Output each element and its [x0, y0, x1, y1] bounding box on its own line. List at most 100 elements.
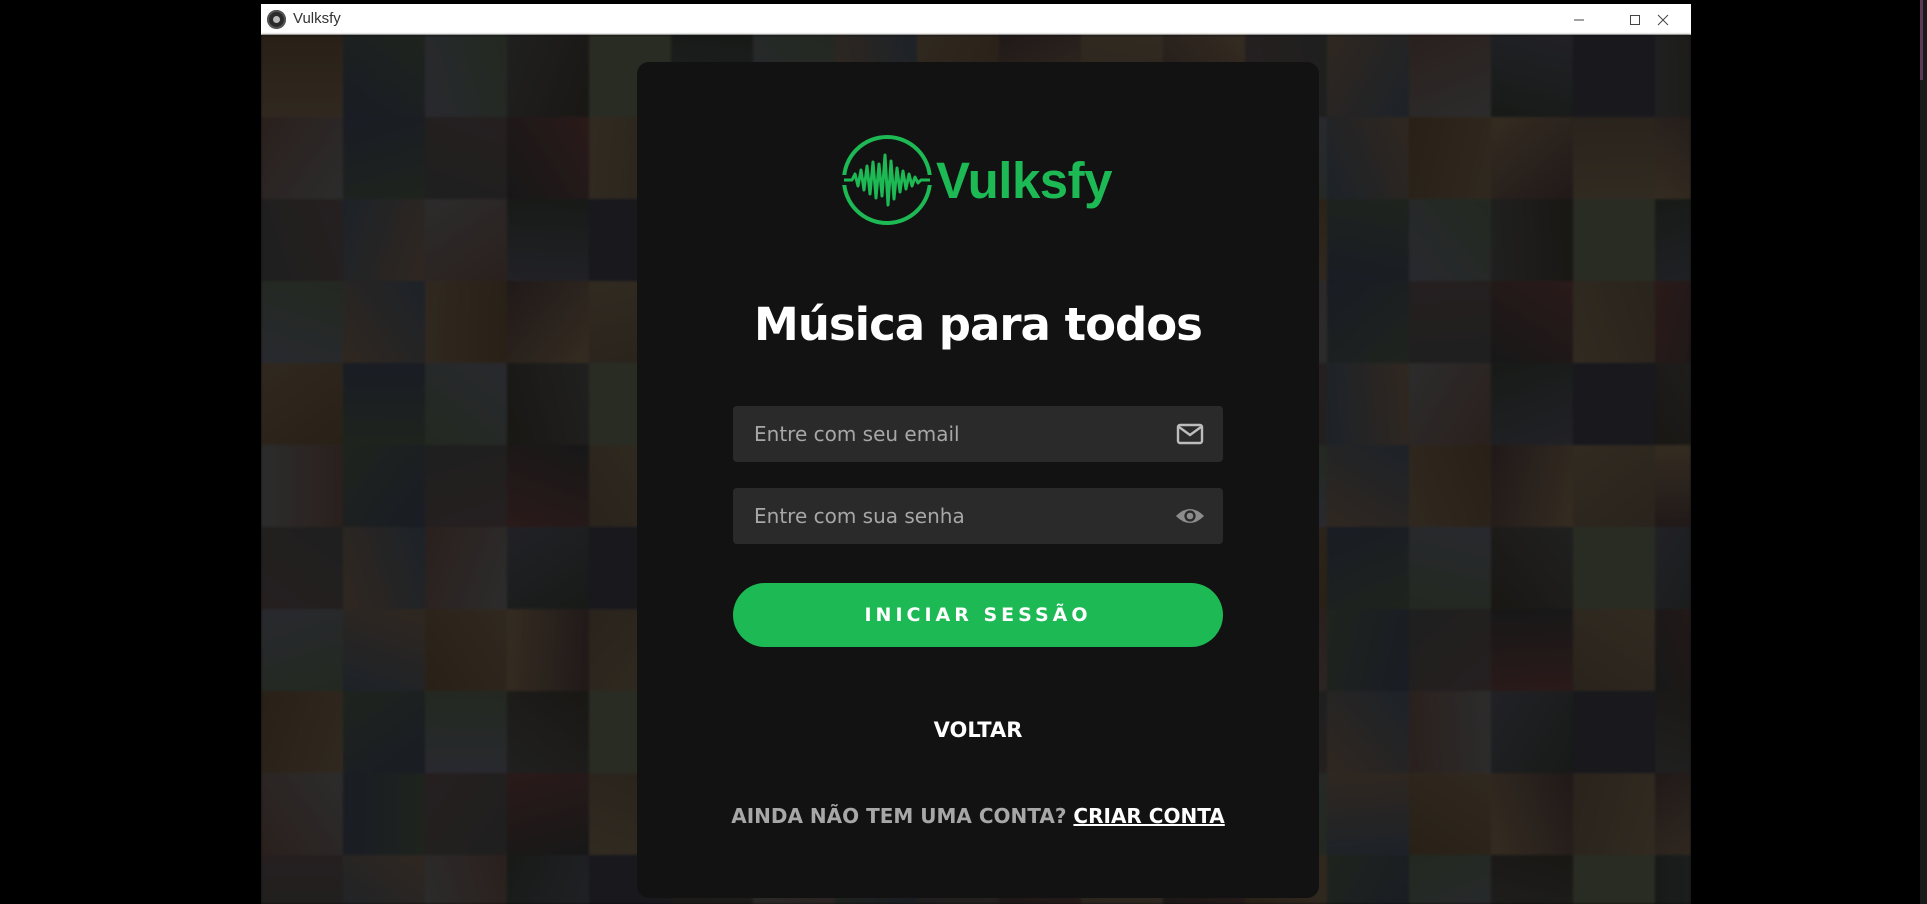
album-art-tile	[1655, 117, 1691, 199]
album-art-tile	[261, 527, 343, 609]
login-button[interactable]: INICIAR SESSÃO	[733, 583, 1223, 647]
album-art-tile	[1409, 199, 1491, 281]
album-art-tile	[1491, 117, 1573, 199]
album-art-tile	[1327, 609, 1409, 691]
create-account-link[interactable]: CRIAR CONTA	[1073, 804, 1224, 828]
album-art-tile	[1327, 691, 1409, 773]
album-art-tile	[261, 773, 343, 855]
album-art-tile	[1327, 363, 1409, 445]
album-art-tile	[343, 281, 425, 363]
album-art-tile	[1409, 117, 1491, 199]
app-icon	[267, 10, 286, 29]
album-art-tile	[261, 691, 343, 773]
album-art-tile	[1491, 609, 1573, 691]
album-art-tile	[1327, 281, 1409, 363]
title-bar[interactable]: Vulksfy	[261, 4, 1691, 35]
album-art-tile	[261, 609, 343, 691]
album-art-tile	[261, 855, 343, 904]
album-art-tile	[1655, 35, 1691, 117]
album-art-tile	[261, 117, 343, 199]
album-art-tile	[507, 609, 589, 691]
album-art-tile	[1655, 691, 1691, 773]
album-art-tile	[1409, 855, 1491, 904]
album-art-tile	[1327, 445, 1409, 527]
album-art-tile	[343, 117, 425, 199]
album-art-tile	[343, 609, 425, 691]
minimize-button[interactable]	[1551, 4, 1607, 35]
app-window: Vulksfy Vulksfy Música para todos Entre …	[261, 4, 1691, 904]
mail-icon	[1175, 420, 1205, 448]
album-art-tile	[343, 855, 425, 904]
album-art-tile	[1573, 445, 1655, 527]
brand-logo: Vulksfy	[840, 130, 1120, 230]
window-title: Vulksfy	[293, 10, 341, 27]
album-art-tile	[1409, 609, 1491, 691]
signup-question: AINDA NÃO TEM UMA CONTA?	[731, 804, 1067, 828]
album-art-tile	[1409, 445, 1491, 527]
album-art-tile	[1655, 363, 1691, 445]
album-art-tile	[425, 281, 507, 363]
album-art-tile	[1573, 855, 1655, 904]
album-art-tile	[1409, 363, 1491, 445]
album-art-tile	[1491, 773, 1573, 855]
signup-prompt: AINDA NÃO TEM UMA CONTA? CRIAR CONTA	[637, 804, 1319, 828]
login-card: Vulksfy Música para todos INIC	[637, 62, 1319, 898]
album-art-tile	[425, 527, 507, 609]
album-art-tile	[343, 363, 425, 445]
album-art-tile	[1573, 691, 1655, 773]
album-art-tile	[343, 527, 425, 609]
album-art-tile	[343, 445, 425, 527]
album-art-tile	[343, 199, 425, 281]
brand-name: Vulksfy	[936, 151, 1113, 209]
album-art-tile	[1655, 199, 1691, 281]
eye-icon[interactable]	[1175, 502, 1205, 530]
album-art-tile	[425, 445, 507, 527]
album-art-tile	[1573, 199, 1655, 281]
album-art-tile	[1573, 281, 1655, 363]
album-art-tile	[1573, 527, 1655, 609]
album-art-tile	[1573, 773, 1655, 855]
album-art-tile	[261, 35, 343, 117]
album-art-tile	[1327, 855, 1409, 904]
email-field[interactable]	[733, 406, 1223, 462]
album-art-tile	[343, 691, 425, 773]
album-art-tile	[1655, 281, 1691, 363]
album-art-tile	[1491, 445, 1573, 527]
password-field[interactable]	[733, 488, 1223, 544]
album-art-tile	[425, 691, 507, 773]
album-art-tile	[1409, 35, 1491, 117]
album-art-tile	[1573, 35, 1655, 117]
album-art-tile	[1655, 445, 1691, 527]
album-art-tile	[1327, 527, 1409, 609]
close-icon	[1657, 14, 1669, 25]
album-art-tile	[507, 363, 589, 445]
back-link[interactable]: VOLTAR	[637, 718, 1319, 742]
minimize-icon	[1574, 19, 1584, 20]
album-art-tile	[1491, 35, 1573, 117]
soundwave-logo-icon	[842, 135, 932, 225]
album-art-tile	[425, 363, 507, 445]
password-input[interactable]	[733, 488, 1153, 544]
album-art-tile	[507, 35, 589, 117]
album-art-tile	[425, 773, 507, 855]
album-art-tile	[425, 199, 507, 281]
album-art-tile	[507, 281, 589, 363]
album-art-tile	[1655, 527, 1691, 609]
album-art-tile	[425, 609, 507, 691]
email-input[interactable]	[733, 406, 1153, 462]
album-art-tile	[425, 117, 507, 199]
album-art-tile	[1409, 527, 1491, 609]
album-art-tile	[507, 691, 589, 773]
album-art-tile	[507, 117, 589, 199]
album-art-tile	[1573, 363, 1655, 445]
album-art-tile	[507, 773, 589, 855]
album-art-tile	[343, 35, 425, 117]
close-button[interactable]	[1635, 4, 1691, 35]
album-art-tile	[425, 35, 507, 117]
album-art-tile	[1655, 773, 1691, 855]
album-art-tile	[1409, 281, 1491, 363]
screen-edge	[1920, 0, 1927, 904]
album-art-tile	[1327, 35, 1409, 117]
album-art-tile	[1573, 609, 1655, 691]
album-art-tile	[507, 199, 589, 281]
